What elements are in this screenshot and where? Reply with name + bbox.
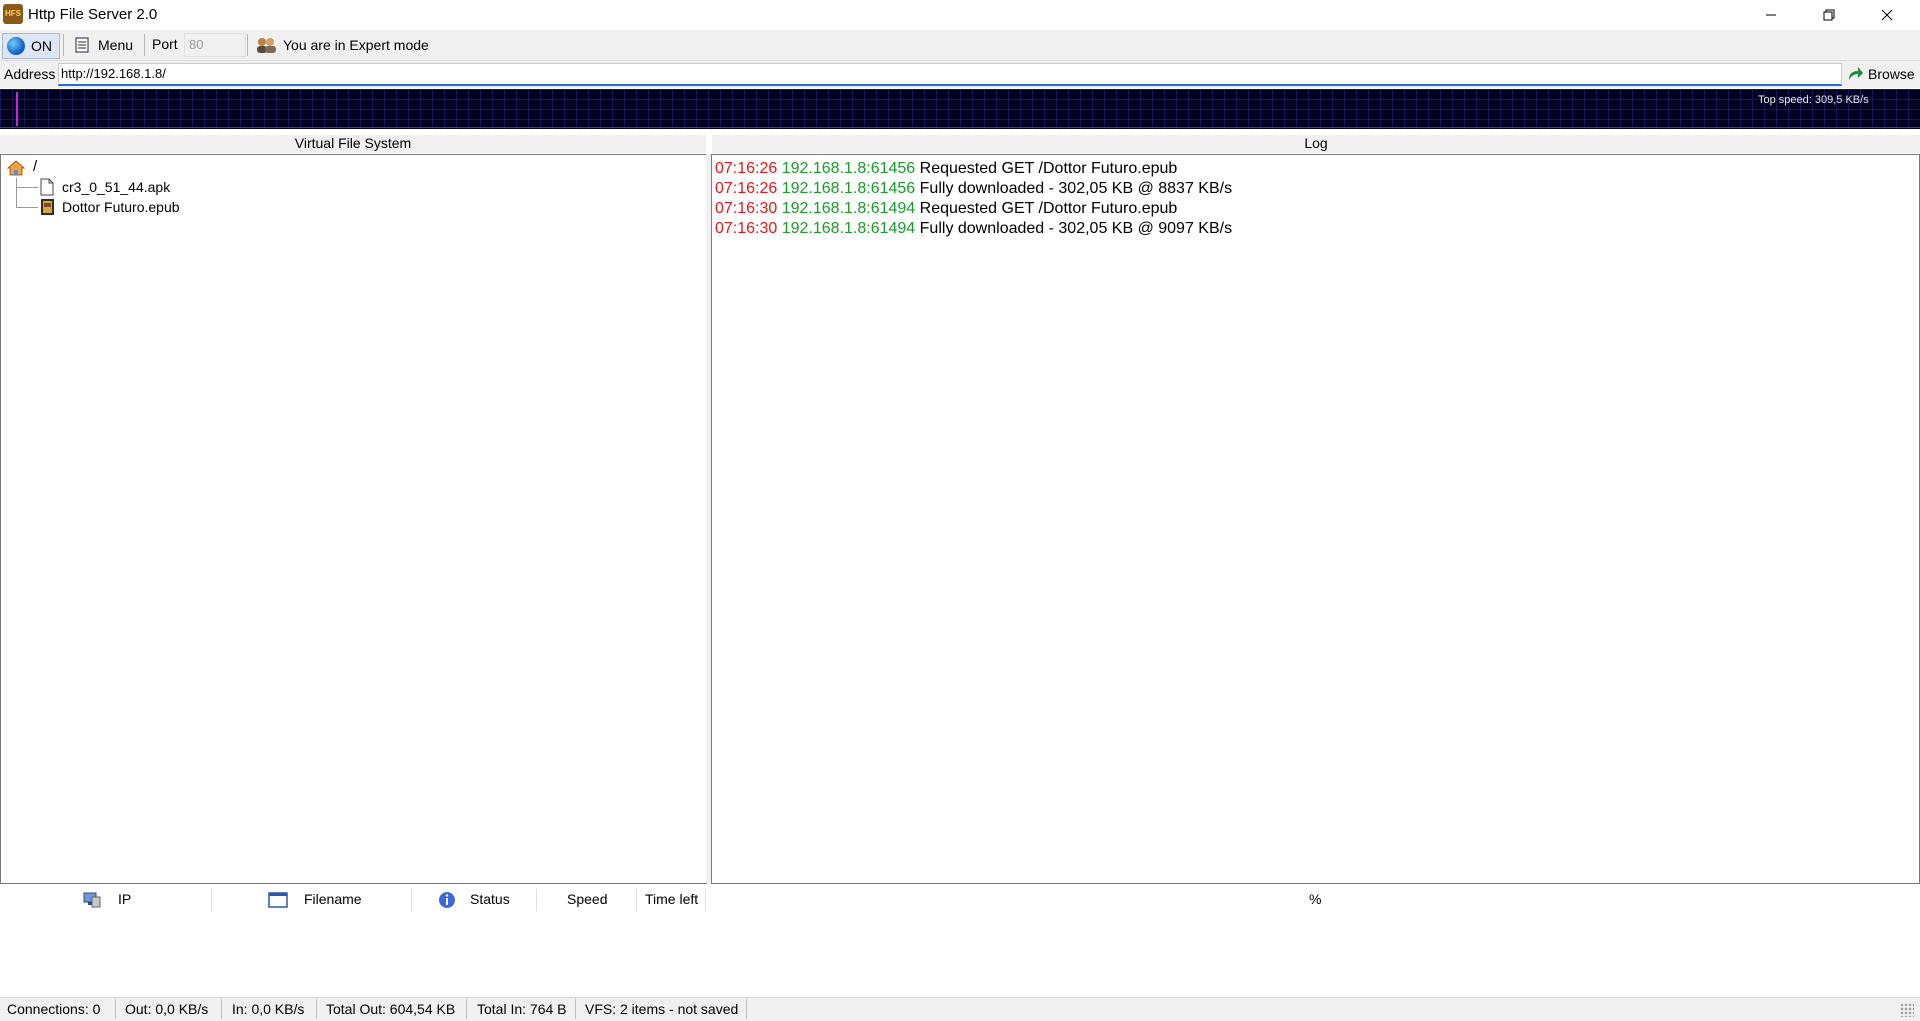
top-speed-label: Top speed: 309,5 KB/s [1758,94,1869,106]
vfs-item-label: cr3_0_51_44.apk [62,179,171,195]
log-address: 192.168.1.8:61456 [781,180,916,197]
minimize-button[interactable] [1742,0,1800,29]
status-separator [466,999,467,1019]
server-on-button[interactable]: ON [2,33,60,59]
resize-grip[interactable] [1900,1003,1914,1017]
column-separator [636,889,637,911]
status-separator [221,999,222,1019]
log-entry: 07:16:30 192.168.1.8:61494 Requested GET… [715,199,1177,219]
column-separator [211,889,212,911]
column-status-label: Status [470,891,510,907]
menu-label: Menu [98,37,134,53]
expert-mode-button[interactable]: You are in Expert mode [255,35,429,55]
log-entry: 07:16:30 192.168.1.8:61494 Fully downloa… [715,219,1232,239]
port-label: Port [152,36,178,52]
vfs-root-item[interactable] [6,159,26,180]
users-icon [257,38,276,53]
status-separator [115,999,116,1019]
vfs-title: Virtual File System [0,135,706,153]
menu-icon [75,37,89,53]
status-connections: Connections: 0 [7,1001,101,1017]
log-message: Requested GET /Dottor Futuro.epub [919,160,1178,177]
log-time: 07:16:30 [715,220,778,237]
log-address: 192.168.1.8:61456 [781,160,916,177]
column-filename-label: Filename [304,891,362,907]
graph-spike [16,92,18,126]
info-icon [439,891,455,908]
browse-button[interactable]: Browse [1846,64,1915,84]
log-message: Fully downloaded - 302,05 KB @ 9097 KB/s [919,220,1233,237]
vfs-item[interactable]: Dottor Futuro.epub [38,198,180,216]
log-panel[interactable] [711,154,1920,884]
close-button[interactable] [1858,0,1916,29]
tree-line [16,178,17,208]
menu-button[interactable]: Menu [74,35,133,55]
status-vfs: VFS: 2 items - not saved [585,1001,739,1017]
column-separator [411,889,412,911]
bandwidth-graph [0,89,1920,129]
column-separator [536,889,537,911]
status-total-out: Total Out: 604,54 KB [326,1001,456,1017]
column-time-left[interactable]: Time left [645,886,698,913]
toolbar-separator [247,34,248,56]
close-icon [1881,9,1893,20]
column-speed[interactable]: Speed [567,886,607,913]
toolbar-separator [63,34,64,56]
column-percent[interactable]: % [1309,886,1321,913]
column-ip[interactable]: IP [82,886,131,913]
log-title: Log [712,135,1920,153]
address-input[interactable]: http://192.168.1.8/ [58,63,1842,86]
status-out: Out: 0,0 KB/s [125,1001,209,1017]
toolbar-separator [144,34,145,56]
browse-label: Browse [1868,66,1915,82]
log-message: Fully downloaded - 302,05 KB @ 8837 KB/s [919,180,1233,197]
column-ip-label: IP [118,891,132,907]
network-icon [83,892,101,907]
window-title: Http File Server 2.0 [28,6,158,23]
log-time: 07:16:30 [715,200,778,217]
home-folder-icon [6,160,26,176]
app-icon: HFS [3,4,23,24]
restore-button[interactable] [1800,0,1858,29]
log-time: 07:16:26 [715,180,778,197]
log-address: 192.168.1.8:61494 [781,200,916,217]
restore-icon [1823,9,1835,20]
minimize-icon [1766,14,1776,15]
column-separator [705,889,706,911]
log-time: 07:16:26 [715,160,778,177]
column-filename[interactable]: Filename [268,886,362,913]
column-status[interactable]: Status [438,886,510,913]
window-icon [268,891,288,908]
vfs-tree[interactable] [0,154,707,884]
vfs-item[interactable]: cr3_0_51_44.apk [38,178,170,196]
log-entry: 07:16:26 192.168.1.8:61456 Fully downloa… [715,179,1232,199]
status-separator [746,999,747,1019]
tree-line [16,207,38,208]
status-total-in: Total In: 764 B [477,1001,567,1017]
log-message: Requested GET /Dottor Futuro.epub [919,200,1178,217]
address-label: Address [4,66,56,82]
port-input[interactable]: 80 [184,33,246,57]
title-bar[interactable] [0,0,1920,29]
epub-file-icon [41,199,54,215]
on-label: ON [31,38,52,54]
graph-baseline [0,127,1920,128]
tree-line [16,187,38,188]
status-separator [575,999,576,1019]
browse-arrow-icon [1849,67,1863,80]
globe-icon [7,37,25,55]
file-icon [40,178,54,196]
status-in: In: 0,0 KB/s [232,1001,305,1017]
vfs-item-label: Dottor Futuro.epub [62,199,180,215]
log-entry: 07:16:26 192.168.1.8:61456 Requested GET… [715,159,1177,179]
status-separator [316,999,317,1019]
vfs-root-label: / [33,158,38,175]
log-address: 192.168.1.8:61494 [781,220,916,237]
expert-mode-label: You are in Expert mode [283,37,429,53]
